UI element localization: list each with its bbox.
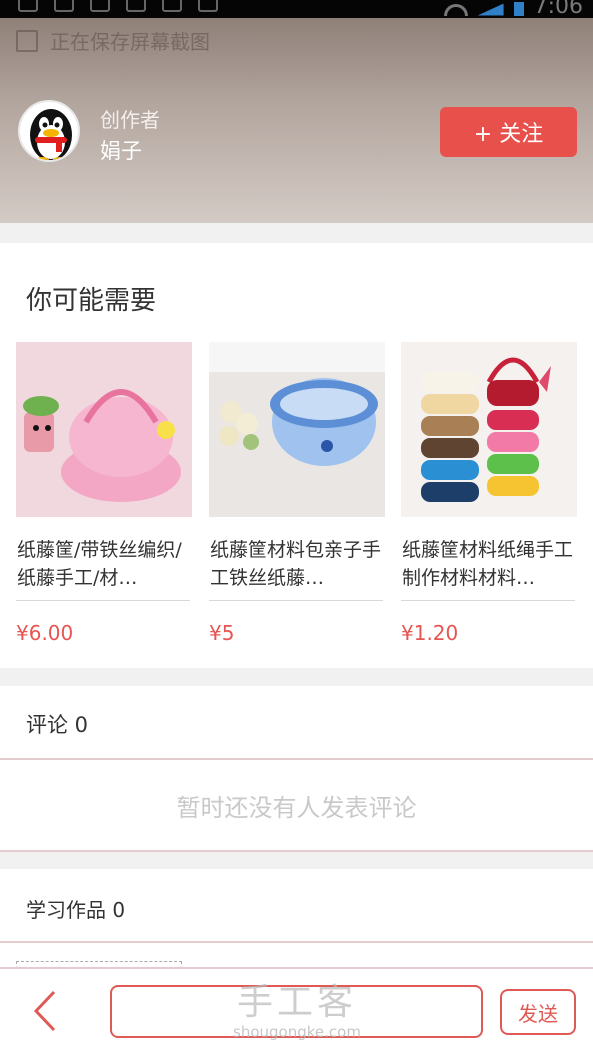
divider xyxy=(401,600,575,601)
back-button[interactable] xyxy=(30,989,60,1033)
message-notification-icon xyxy=(54,0,74,12)
checkbox-icon xyxy=(16,29,38,52)
clock: 7:06 xyxy=(533,0,583,19)
product-image[interactable] xyxy=(209,342,385,517)
product-name: 纸藤筐材料纸绳手工制作材料材料… xyxy=(402,539,574,589)
status-bar: 7:06 xyxy=(0,0,593,19)
app-notification-icon xyxy=(18,0,38,12)
app-notification-icon xyxy=(162,0,182,12)
product-card[interactable]: 纸藤筐/带铁丝编织/纸藤手工/材… ¥6.00 xyxy=(16,342,192,645)
signal-icon xyxy=(477,3,504,16)
notification-icons xyxy=(18,0,218,18)
divider xyxy=(16,600,190,601)
product-name: 纸藤筐/带铁丝编织/纸藤手工/材… xyxy=(17,539,182,589)
product-price: ¥6.00 xyxy=(16,621,74,645)
recommend-title: 你可能需要 xyxy=(26,286,157,316)
creator-header: 正在保存屏幕截图 创作者 娟子 + 关注 xyxy=(0,18,593,223)
status-indicators: 7:06 xyxy=(443,0,583,19)
product-card[interactable]: 纸藤筐材料包亲子手工铁丝纸藤… ¥5 xyxy=(209,342,385,645)
recommend-section: 你可能需要 纸藤筐/带铁丝编织/纸藤手工/材… ¥6.00 纸藤筐材料包亲子手工… xyxy=(0,243,593,668)
comments-section: 评论 0 暂时还没有人发表评论 xyxy=(0,686,593,852)
product-card[interactable]: 纸藤筐材料纸绳手工制作材料材料… ¥1.20 xyxy=(401,342,577,645)
qq-penguin-icon xyxy=(30,109,72,160)
paper-rope-rolls-photo xyxy=(401,342,577,517)
battery-icon xyxy=(513,1,524,16)
follow-button[interactable]: + 关注 xyxy=(440,107,577,157)
product-image[interactable] xyxy=(16,342,192,517)
divider xyxy=(209,600,383,601)
divider xyxy=(0,850,593,852)
creator-name[interactable]: 娟子 xyxy=(100,135,142,165)
product-image[interactable] xyxy=(401,342,577,517)
image-notification-icon xyxy=(90,0,110,12)
comments-header: 评论 0 xyxy=(26,713,89,737)
avatar[interactable] xyxy=(18,100,80,162)
blue-basket-photo xyxy=(209,342,385,517)
works-header: 学习作品 0 xyxy=(26,898,126,922)
comments-empty-text: 暂时还没有人发表评论 xyxy=(176,794,417,822)
comment-bar: 发送 xyxy=(0,967,593,1054)
pink-basket-photo xyxy=(16,342,192,517)
chevron-left-icon xyxy=(33,990,56,1032)
save-hint-text: 正在保存屏幕截图 xyxy=(50,30,210,54)
product-name: 纸藤筐材料包亲子手工铁丝纸藤… xyxy=(210,539,382,589)
divider xyxy=(0,758,593,760)
creator-label: 创作者 xyxy=(100,108,160,132)
product-price: ¥5 xyxy=(209,621,235,645)
send-button[interactable]: 发送 xyxy=(500,989,576,1035)
phone-notification-icon xyxy=(198,0,218,12)
screenshot-saving-notice: 正在保存屏幕截图 xyxy=(16,26,210,55)
wifi-icon xyxy=(443,3,468,16)
usb-notification-icon xyxy=(126,0,146,12)
product-price: ¥1.20 xyxy=(401,621,459,645)
divider xyxy=(0,941,593,943)
comment-input[interactable] xyxy=(110,985,483,1038)
